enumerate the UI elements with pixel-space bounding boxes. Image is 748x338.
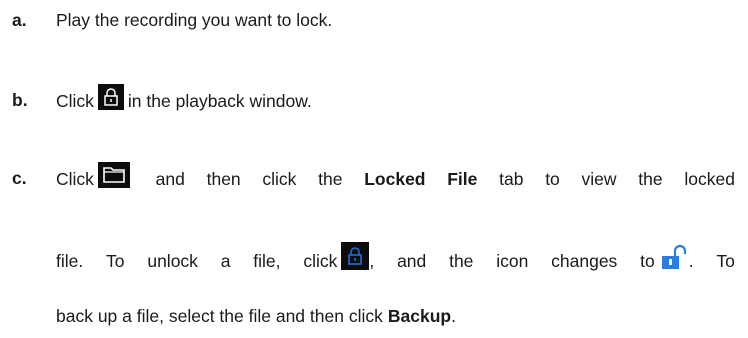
click-with-icon: Click [56, 162, 134, 188]
step-word: and [155, 168, 185, 189]
step-line: back up a file, select the file and then… [56, 306, 456, 326]
step-word: in the playback window. [127, 90, 312, 111]
step-word: To [716, 250, 735, 271]
step-word: To [106, 250, 125, 271]
step-word: to [640, 250, 655, 271]
to-with-icon: to . [640, 240, 694, 271]
step-word: to [545, 168, 560, 189]
lock-icon [97, 84, 124, 110]
step-line: Click and then click the Locked File tab… [56, 162, 735, 188]
step-line: Click in the playback window. [56, 84, 312, 110]
click-with-icon: click , [303, 242, 374, 270]
step-word: the [318, 168, 343, 189]
step-word: Click [56, 90, 94, 111]
step-word: tab [499, 168, 524, 189]
unlocked-lock-icon [658, 240, 689, 270]
step-word: . [688, 250, 694, 271]
step-word: unlock [147, 250, 198, 271]
step-word: file, [253, 250, 281, 271]
ui-label-backup: Backup [387, 306, 452, 326]
step-word: click [262, 168, 297, 189]
folder-icon [97, 162, 130, 188]
step-word: locked [684, 168, 735, 189]
step-word: the [449, 250, 474, 271]
step-word: click [303, 250, 338, 271]
step-word: icon [496, 250, 529, 271]
step-word: , [369, 250, 375, 271]
step-word: then [206, 168, 241, 189]
step-marker: b. [12, 90, 28, 110]
step-word: and [397, 250, 427, 271]
step-word: changes [551, 250, 618, 271]
step-word: back up a file, select the file and then… [56, 306, 383, 326]
step-word: view [581, 168, 617, 189]
locked-lock-icon [341, 242, 370, 270]
step-marker: a. [12, 10, 27, 30]
step-line: file. To unlock a file, click , and the … [56, 240, 735, 270]
ui-label-locked-file: File [447, 168, 478, 189]
step-marker: c. [12, 168, 27, 188]
step-word: Click [56, 168, 94, 189]
step-word: the [638, 168, 663, 189]
step-text: Play the recording you want to lock. [56, 10, 333, 30]
step-word: a [220, 250, 231, 271]
step-word: . [451, 306, 456, 326]
ui-label-locked-file: Locked [364, 168, 426, 189]
step-word: file. [56, 250, 84, 271]
